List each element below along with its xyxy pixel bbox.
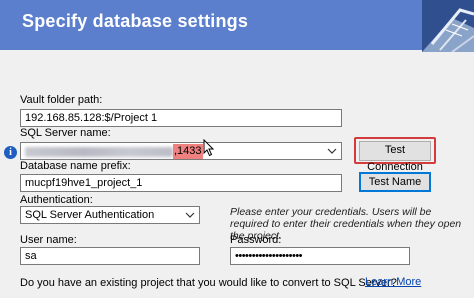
redacted-server-name [25,147,173,157]
db-prefix-label: Database name prefix: [20,160,131,172]
authentication-label: Authentication: [20,194,93,206]
username-field[interactable]: sa [20,247,200,265]
dialog-header: Specify database settings [0,0,474,52]
db-prefix-value: mucpf19hve1_project_1 [25,177,143,189]
info-icon: i [4,146,17,159]
sql-server-label: SQL Server name: [20,127,111,139]
chevron-down-icon[interactable] [185,208,195,222]
db-prefix-field[interactable]: mucpf19hve1_project_1 [20,174,342,192]
convert-question: Do you have an existing project that you… [20,277,397,289]
vault-folder-value: 192.168.85.128:$/Project 1 [25,112,158,124]
test-name-button[interactable]: Test Name [359,172,431,192]
learn-more-link[interactable]: Learn More [365,276,421,288]
mouse-cursor-icon [203,139,215,157]
dialog-title: Specify database settings [22,11,249,31]
vault-folder-field[interactable]: 192.168.85.128:$/Project 1 [20,109,342,127]
username-label: User name: [20,234,77,246]
authentication-select[interactable]: SQL Server Authentication [20,206,200,224]
vault-folder-label: Vault folder path: [20,94,103,106]
password-field[interactable]: •••••••••••••••••••• [230,247,410,265]
chevron-down-icon[interactable] [327,144,337,158]
authentication-value: SQL Server Authentication [25,209,155,221]
test-connection-button[interactable]: Test Connection [359,141,431,173]
sql-server-port: ,1433 [174,145,202,157]
password-label: Password: [230,234,282,246]
header-decorative-image [422,0,474,52]
password-value: •••••••••••••••••••• [235,250,303,262]
sql-server-combobox[interactable]: ,1433 [20,142,342,160]
username-value: sa [25,250,37,262]
